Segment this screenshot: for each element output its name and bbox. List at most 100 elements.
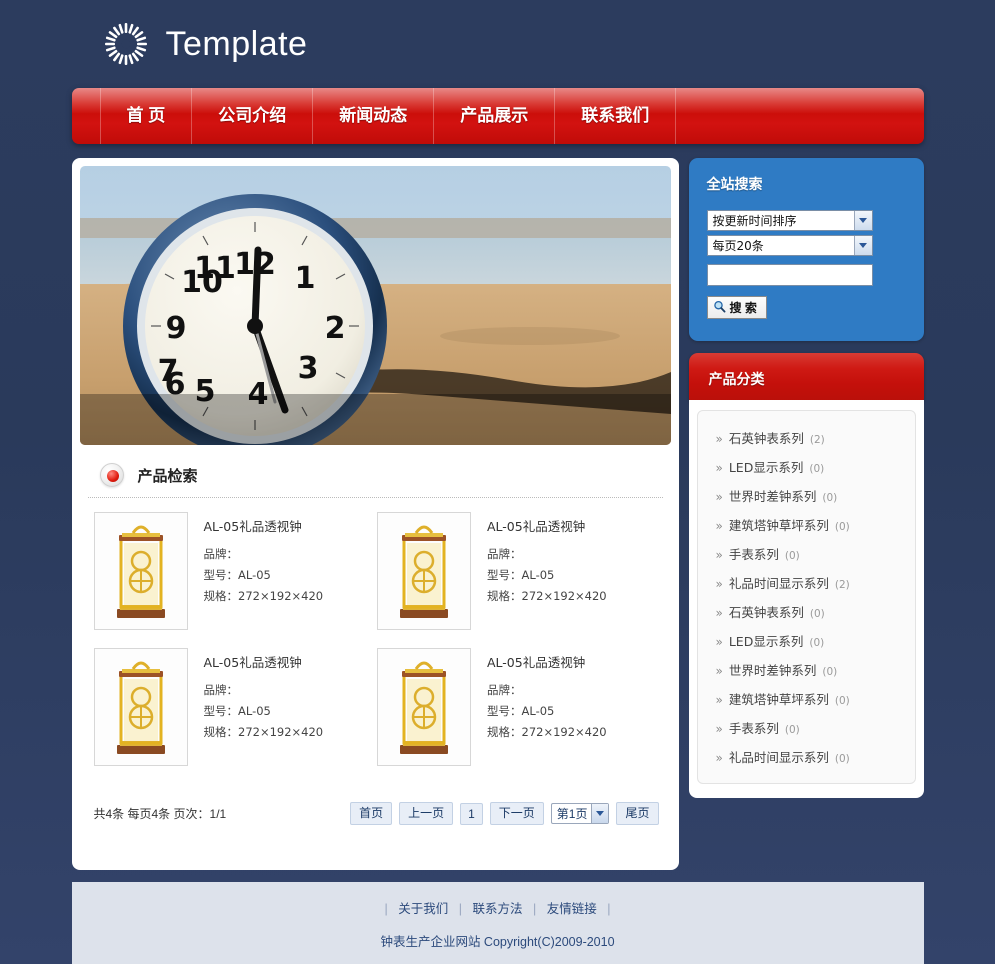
footer-link-friendlinks[interactable]: 友情链接 xyxy=(547,902,597,916)
product-name[interactable]: AL-05礼品透视钟 xyxy=(204,516,324,535)
page-select-value: 第1页 xyxy=(556,807,588,821)
category-item-8[interactable]: » 世界时差钟系列 (0) xyxy=(698,655,915,684)
double-chevron-icon: » xyxy=(715,751,723,765)
page-select[interactable]: 第1页 xyxy=(550,803,610,824)
product-spec: 规格：272×192×420 xyxy=(203,725,324,739)
category-item-2[interactable]: » 世界时差钟系列 (0) xyxy=(698,481,915,510)
category-label: 建筑塔钟草坪系列 xyxy=(728,518,829,533)
product-item[interactable]: AL-05礼品透视钟 品牌： 型号：AL-05 规格：272×192×420 xyxy=(377,512,661,630)
category-label: LED显示系列 xyxy=(728,634,804,649)
footer-separator: | xyxy=(607,902,611,916)
product-item[interactable]: AL-05礼品透视钟 品牌： 型号：AL-05 规格：272×192×420 xyxy=(377,648,661,766)
double-chevron-icon: » xyxy=(715,635,723,649)
double-chevron-icon: » xyxy=(715,664,723,678)
product-info: AL-05礼品透视钟 品牌： 型号：AL-05 规格：272×192×420 xyxy=(487,512,607,630)
nav-item-company[interactable]: 公司介绍 xyxy=(192,88,314,144)
section-header: 产品检索 xyxy=(87,449,663,498)
search-button[interactable]: 搜 索 xyxy=(706,296,767,319)
category-item-11[interactable]: » 礼品时间显示系列 (0) xyxy=(698,742,915,771)
magnifier-icon xyxy=(713,300,726,316)
category-count: (0) xyxy=(822,492,838,504)
main-navigation: 首 页 公司介绍 新闻动态 产品展示 联系我们 xyxy=(71,88,924,144)
product-thumbnail[interactable] xyxy=(377,648,471,766)
category-item-7[interactable]: » LED显示系列 (0) xyxy=(698,626,915,655)
sidebar: 全站搜索 按更新时间排序 每页20条 搜 索 产品分类 » 石英钟表系列 (2)… xyxy=(688,158,924,798)
category-label: 石英钟表系列 xyxy=(728,605,804,620)
product-brand: 品牌： xyxy=(487,547,522,561)
category-item-5[interactable]: » 礼品时间显示系列 (2) xyxy=(698,568,915,597)
product-name[interactable]: AL-05礼品透视钟 xyxy=(204,652,324,671)
sunburst-icon xyxy=(102,20,150,68)
double-chevron-icon: » xyxy=(715,548,723,562)
product-item[interactable]: AL-05礼品透视钟 品牌： 型号：AL-05 规格：272×192×420 xyxy=(93,648,378,766)
category-label: 手表系列 xyxy=(728,547,779,562)
footer-links: | 关于我们 | 联系方法 | 友情链接 | xyxy=(72,898,924,917)
category-item-1[interactable]: » LED显示系列 (0) xyxy=(698,452,915,481)
svg-text:2: 2 xyxy=(324,311,345,346)
product-thumbnail[interactable] xyxy=(377,512,471,630)
category-item-0[interactable]: » 石英钟表系列 (2) xyxy=(698,423,915,452)
site-search-panel: 全站搜索 按更新时间排序 每页20条 搜 索 xyxy=(688,158,924,341)
category-item-4[interactable]: » 手表系列 (0) xyxy=(698,539,915,568)
nav-item-home[interactable]: 首 页 xyxy=(99,88,193,144)
category-label: LED显示系列 xyxy=(728,460,804,475)
product-info: AL-05礼品透视钟 品牌： 型号：AL-05 规格：272×192×420 xyxy=(487,648,607,766)
svg-text:3: 3 xyxy=(297,351,318,386)
category-count: (0) xyxy=(822,666,838,678)
footer-link-about[interactable]: 关于我们 xyxy=(398,902,448,916)
svg-text:1: 1 xyxy=(294,261,315,296)
category-item-10[interactable]: » 手表系列 (0) xyxy=(698,713,915,742)
footer-separator: | xyxy=(458,902,462,916)
footer-separator: | xyxy=(532,902,537,916)
search-input[interactable] xyxy=(706,264,873,286)
pagination: 共4条 每页4条 页次：1/1 首页 上一页 1 下一页 第1页 尾页 xyxy=(80,766,671,825)
search-button-label: 搜 索 xyxy=(729,301,757,315)
chevron-down-icon xyxy=(853,211,872,230)
page-number-1[interactable]: 1 xyxy=(460,802,483,825)
category-label: 礼品时间显示系列 xyxy=(728,576,829,591)
first-page-button[interactable]: 首页 xyxy=(350,802,393,825)
category-panel-title: 产品分类 xyxy=(708,370,765,387)
last-page-button[interactable]: 尾页 xyxy=(616,802,659,825)
category-count: (2) xyxy=(809,434,825,446)
category-item-3[interactable]: » 建筑塔钟草坪系列 (0) xyxy=(698,510,915,539)
category-item-9[interactable]: » 建筑塔钟草坪系列 (0) xyxy=(698,684,915,713)
double-chevron-icon: » xyxy=(715,461,723,475)
footer-separator: | xyxy=(384,902,388,916)
nav-item-news[interactable]: 新闻动态 xyxy=(313,88,435,144)
pagesize-select-value: 每页20条 xyxy=(712,239,764,253)
category-count: (0) xyxy=(834,521,850,533)
copyright-text: 钟表生产企业网站 Copyright(C)2009-2010 xyxy=(380,935,615,949)
chevron-down-icon xyxy=(591,804,609,823)
double-chevron-icon: » xyxy=(715,693,723,707)
product-spec: 规格：272×192×420 xyxy=(487,589,607,603)
site-title: Template xyxy=(165,24,308,63)
banner-image: 12 1 2 3 4 5 6 7 9 10 11 xyxy=(79,166,671,445)
product-name[interactable]: AL-05礼品透视钟 xyxy=(487,516,607,535)
content-panel: 12 1 2 3 4 5 6 7 9 10 11 xyxy=(71,158,679,870)
next-page-button[interactable]: 下一页 xyxy=(489,802,544,825)
sort-select[interactable]: 按更新时间排序 xyxy=(706,210,873,231)
product-spec: 规格：272×192×420 xyxy=(487,725,607,739)
category-count: (2) xyxy=(834,579,850,591)
product-name[interactable]: AL-05礼品透视钟 xyxy=(487,652,607,671)
nav-item-contact[interactable]: 联系我们 xyxy=(555,88,677,144)
product-thumbnail[interactable] xyxy=(93,512,188,630)
product-item[interactable]: AL-05礼品透视钟 品牌： 型号：AL-05 规格：272×192×420 xyxy=(93,512,378,630)
product-thumbnail[interactable] xyxy=(93,648,188,766)
category-list: » 石英钟表系列 (2) » LED显示系列 (0) » 世界时差钟系列 (0) xyxy=(696,410,916,784)
footer-link-contact[interactable]: 联系方法 xyxy=(472,902,522,916)
site-header: Template xyxy=(72,0,924,88)
site-footer: | 关于我们 | 联系方法 | 友情链接 | 钟表生产企业网站 Copyrigh… xyxy=(71,882,924,964)
double-chevron-icon: » xyxy=(715,519,723,533)
category-item-6[interactable]: » 石英钟表系列 (0) xyxy=(698,597,915,626)
double-chevron-icon: » xyxy=(715,722,723,736)
nav-item-products[interactable]: 产品展示 xyxy=(434,88,556,144)
svg-text:11: 11 xyxy=(194,251,236,286)
product-model: 型号：AL-05 xyxy=(203,568,271,582)
prev-page-button[interactable]: 上一页 xyxy=(399,802,454,825)
category-count: (0) xyxy=(809,637,825,649)
chevron-down-icon xyxy=(853,236,872,255)
category-panel-header: 产品分类 xyxy=(688,353,924,404)
pagesize-select[interactable]: 每页20条 xyxy=(706,235,873,256)
